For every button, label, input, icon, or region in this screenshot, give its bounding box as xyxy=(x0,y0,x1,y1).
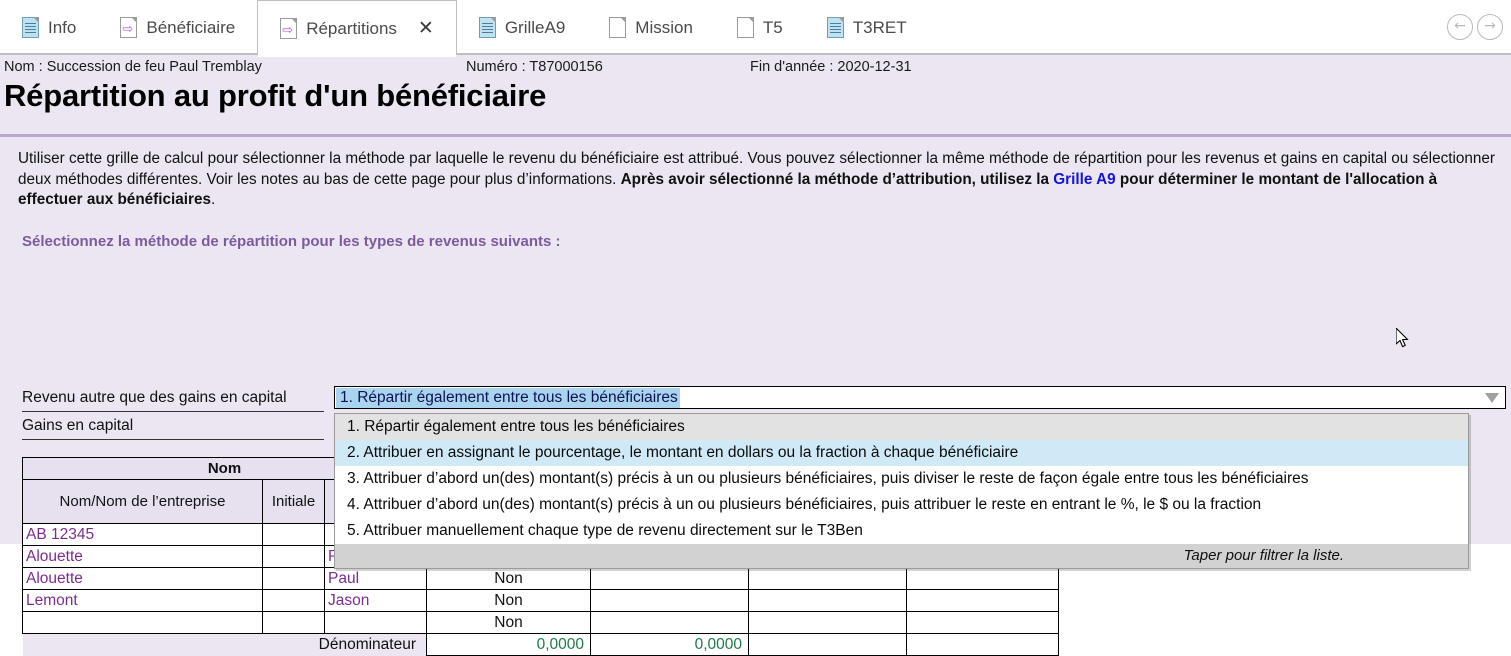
cell-initiale[interactable] xyxy=(262,611,325,634)
year-end-date: Fin d'année : 2020-12-31 xyxy=(750,59,912,75)
document-arrow-icon: ⇨ xyxy=(120,17,138,38)
field-underline-gains xyxy=(22,439,324,440)
footer-value-3 xyxy=(748,633,907,656)
repartition-method-dropdown[interactable]: 1. Répartir également entre tous les bén… xyxy=(334,413,1469,569)
cell-c5[interactable] xyxy=(590,567,749,590)
document-arrow-icon: ⇨ xyxy=(280,17,298,39)
table-row[interactable]: Alouette Paul Non xyxy=(22,567,1059,590)
cell-non[interactable]: Non xyxy=(426,611,591,634)
tab-mission[interactable]: Mission xyxy=(587,0,715,55)
cell-prenom[interactable]: Jason xyxy=(324,589,427,612)
cell-nom[interactable]: Alouette xyxy=(22,545,263,568)
document-blue-icon xyxy=(826,17,844,38)
document-blue-icon xyxy=(478,17,496,38)
tab-t3ret[interactable]: T3RET xyxy=(805,0,929,55)
footer-value-4 xyxy=(906,633,1059,656)
tab-bar: Info ⇨ Bénéficiaire ⇨ Répartitions ✕ Gri… xyxy=(0,0,1511,57)
document-blue-icon xyxy=(22,17,39,38)
tab-grillea9[interactable]: GrilleA9 xyxy=(457,0,587,55)
tab-info[interactable]: Info xyxy=(0,0,98,55)
field-label-revenu-autre: Revenu autre que des gains en capital xyxy=(22,389,287,406)
cell-initiale[interactable] xyxy=(262,545,325,568)
client-name: Nom : Succession de feu Paul Tremblay xyxy=(4,59,262,75)
cell-c7[interactable] xyxy=(906,611,1059,634)
tab-label: Bénéficiaire xyxy=(146,18,236,37)
forward-arrow-icon[interactable]: → xyxy=(1477,14,1503,40)
table-row[interactable]: Non xyxy=(22,611,1059,634)
tab-t5[interactable]: T5 xyxy=(715,0,805,55)
column-header-nom-entreprise: Nom/Nom de l’entreprise xyxy=(22,479,263,524)
document-plain-icon xyxy=(736,17,754,38)
cell-c6[interactable] xyxy=(748,567,907,590)
chevron-down-icon[interactable] xyxy=(1481,389,1503,406)
instructions-period: . xyxy=(211,191,216,208)
navigation-buttons: ← → xyxy=(1447,14,1503,40)
table-row[interactable]: Lemont Jason Non xyxy=(22,589,1059,612)
cell-initiale[interactable] xyxy=(262,523,325,546)
tab-beneficiaire[interactable]: ⇨ Bénéficiaire xyxy=(98,0,257,55)
tab-strip: Info ⇨ Bénéficiaire ⇨ Répartitions ✕ Gri… xyxy=(0,0,929,57)
tab-repartitions[interactable]: ⇨ Répartitions ✕ xyxy=(257,0,457,57)
application-window: Info ⇨ Bénéficiaire ⇨ Répartitions ✕ Gri… xyxy=(0,0,1511,656)
field-underline-revenu xyxy=(22,411,324,412)
tab-label: GrilleA9 xyxy=(504,18,566,37)
dropdown-filter-hint: Taper pour filtrer la liste. xyxy=(335,544,1468,568)
cell-c7[interactable] xyxy=(906,589,1059,612)
dropdown-option-2[interactable]: 2. Attribuer en assignant le pourcentage… xyxy=(335,440,1468,466)
dropdown-option-3[interactable]: 3. Attribuer d’abord un(des) montant(s) … xyxy=(335,466,1468,492)
dropdown-option-5[interactable]: 5. Attribuer manuellement chaque type de… xyxy=(335,518,1468,544)
table-footer-row: Dénominateur 0,0000 0,0000 xyxy=(22,633,1059,656)
cell-c6[interactable] xyxy=(748,611,907,634)
combobox-selected-value: 1. Répartir également entre tous les bén… xyxy=(336,387,680,408)
dropdown-option-4[interactable]: 4. Attribuer d’abord un(des) montant(s) … xyxy=(335,492,1468,518)
field-label-gains-capital: Gains en capital xyxy=(22,417,134,434)
form-content: Utiliser cette grille de calcul pour sél… xyxy=(0,134,1511,656)
instructions-paragraph: Utiliser cette grille de calcul pour sél… xyxy=(18,149,1498,211)
cell-non[interactable]: Non xyxy=(426,589,591,612)
cell-nom[interactable] xyxy=(22,611,263,634)
repartition-method-combobox[interactable]: 1. Répartir également entre tous les bén… xyxy=(334,386,1506,409)
cell-non[interactable]: Non xyxy=(426,567,591,590)
client-number: Numéro : T87000156 xyxy=(466,59,603,75)
cell-nom[interactable]: Alouette xyxy=(22,567,263,590)
document-plain-icon xyxy=(609,17,627,38)
cell-initiale[interactable] xyxy=(262,589,325,612)
cell-prenom[interactable] xyxy=(324,611,427,634)
grille-a9-link[interactable]: Grille A9 xyxy=(1053,171,1115,188)
cell-nom[interactable]: Lemont xyxy=(22,589,263,612)
column-header-initiale: Initiale xyxy=(262,479,325,524)
tab-label: T3RET xyxy=(852,18,907,37)
dropdown-option-1[interactable]: 1. Répartir également entre tous les bén… xyxy=(335,414,1468,440)
footer-value-2: 0,0000 xyxy=(590,633,749,656)
footer-value-1: 0,0000 xyxy=(426,633,591,656)
section-heading: Sélectionnez la méthode de répartition p… xyxy=(22,233,561,250)
tab-label: Info xyxy=(48,18,77,37)
cell-initiale[interactable] xyxy=(262,567,325,590)
title-band: Répartition au profit d'un bénéficiaire xyxy=(0,78,1511,134)
tab-label: Mission xyxy=(635,18,693,37)
cell-prenom[interactable]: Paul xyxy=(324,567,427,590)
cell-c5[interactable] xyxy=(590,611,749,634)
back-arrow-icon[interactable]: ← xyxy=(1447,14,1473,40)
instructions-bold-1: Après avoir sélectionné la méthode d’att… xyxy=(620,170,1054,188)
cell-c7[interactable] xyxy=(906,567,1059,590)
cell-c6[interactable] xyxy=(748,589,907,612)
tab-label: Répartitions xyxy=(306,18,397,38)
tab-close-icon[interactable]: ✕ xyxy=(418,18,434,38)
page-title: Répartition au profit d'un bénéficiaire xyxy=(4,78,547,113)
client-info-bar: Nom : Succession de feu Paul Tremblay Nu… xyxy=(0,55,1511,80)
footer-label-denominateur: Dénominateur xyxy=(22,633,427,656)
tab-label: T5 xyxy=(762,18,783,37)
cell-nom[interactable]: AB 12345 xyxy=(22,523,263,546)
cell-c5[interactable] xyxy=(590,589,749,612)
